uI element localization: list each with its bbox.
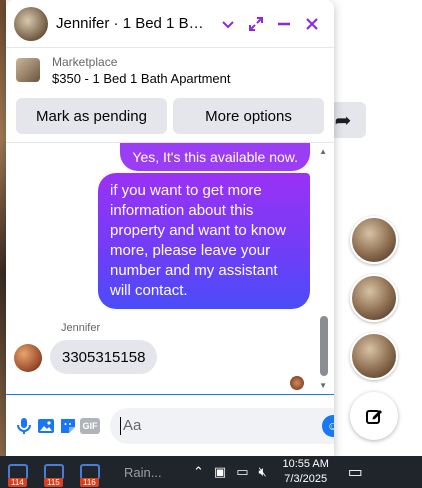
chat-window: Jennifer · 1 Bed 1 Bath ... Marketplace … (6, 0, 334, 456)
weather-widget[interactable]: Rain... (124, 465, 182, 480)
system-tray: ⌃ ▣ ▭ 🔇︎ (188, 464, 272, 480)
chat-head-avatar[interactable] (350, 274, 398, 322)
taskbar: 114 115 116 Rain... ⌃ ▣ ▭ 🔇︎ 10:55 AM 7/… (0, 456, 422, 488)
outgoing-message: if you want to get more information abou… (98, 173, 310, 309)
listing-title: $350 - 1 Bed 1 Bath Apartment (52, 70, 231, 86)
chat-title[interactable]: Jennifer · 1 Bed 1 Bath ... (56, 15, 206, 32)
gif-label: GIF (80, 417, 100, 434)
photo-icon[interactable] (36, 411, 56, 441)
message-input[interactable] (123, 417, 322, 434)
listing-thumbnail (16, 58, 40, 82)
more-options-button[interactable]: More options (173, 98, 324, 134)
chevron-down-icon[interactable] (214, 10, 242, 38)
sticker-icon[interactable] (58, 411, 78, 441)
compose-icon (366, 410, 382, 424)
seen-indicator-avatar (290, 376, 304, 390)
volume-muted-icon[interactable]: 🔇︎ (259, 464, 267, 480)
taskbar-app-1[interactable]: 114 (0, 456, 36, 488)
microphone-icon[interactable] (14, 411, 34, 441)
mark-as-pending-button[interactable]: Mark as pending (16, 98, 167, 134)
app-badge: 115 (44, 478, 63, 487)
app-badge: 116 (80, 478, 99, 487)
expand-icon[interactable] (242, 10, 270, 38)
message-input-container[interactable]: ☺ (110, 407, 334, 444)
clock-date: 7/3/2025 (284, 473, 328, 485)
taskbar-app-3[interactable]: 116 (72, 456, 108, 488)
scroll-down-arrow-icon[interactable]: ▼ (319, 381, 327, 390)
chat-header[interactable]: Jennifer · 1 Bed 1 Bath ... (6, 0, 334, 48)
chat-head-avatar[interactable] (350, 216, 398, 264)
text-cursor (120, 416, 121, 435)
sender-avatar (14, 344, 42, 372)
listing-actions: Mark as pending More options (6, 92, 334, 144)
taskbar-clock[interactable]: 10:55 AM 7/3/2025 (278, 457, 334, 487)
message-composer: GIF ☺ (6, 394, 334, 456)
minimize-icon[interactable] (270, 10, 298, 38)
network-icon[interactable]: ▭ (236, 464, 248, 480)
close-icon[interactable] (298, 10, 326, 38)
incoming-message: 3305315158 (50, 340, 158, 374)
chat-head-avatar[interactable] (350, 332, 398, 380)
header-controls (214, 10, 326, 38)
share-arrow-icon: ➦ (334, 109, 352, 132)
listing-source-label: Marketplace (52, 54, 118, 69)
new-message-button[interactable] (350, 392, 398, 440)
taskbar-app-2[interactable]: 115 (36, 456, 72, 488)
notification-icon[interactable]: ▭ (348, 462, 363, 482)
outgoing-message: Yes, It's this available now. (120, 143, 310, 171)
chevron-up-icon[interactable]: ⌃ (193, 464, 204, 480)
emoji-icon[interactable]: ☺ (322, 414, 334, 437)
scroll-up-arrow-icon[interactable]: ▲ (319, 147, 327, 156)
app-badge: 114 (8, 478, 27, 487)
scrollbar-thumb[interactable] (320, 316, 328, 376)
clock-time: 10:55 AM (282, 458, 329, 470)
marketplace-listing[interactable]: Marketplace $350 - 1 Bed 1 Bath Apartmen… (6, 48, 334, 92)
message-list[interactable]: Yes, It's this available now. if you wan… (6, 142, 334, 394)
contact-avatar[interactable] (14, 6, 48, 41)
camera-icon[interactable]: ▣ (214, 464, 226, 480)
sender-name: Jennifer (61, 322, 101, 334)
gif-icon[interactable]: GIF (80, 411, 100, 441)
